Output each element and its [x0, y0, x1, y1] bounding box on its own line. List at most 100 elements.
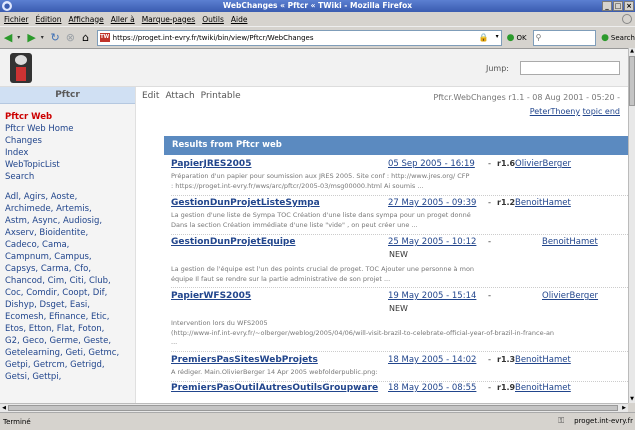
menu-edition[interactable]: Édition [36, 15, 62, 24]
webs-line[interactable]: Capsys, Carma, Cfo, [5, 263, 130, 275]
web-name[interactable]: Pftcr [0, 87, 135, 104]
webs-line[interactable]: Campnum, Campus, [5, 251, 130, 263]
result-date[interactable]: 27 May 2005 - 09:39 [388, 198, 476, 208]
scroll-up-icon[interactable]: ▲ [629, 48, 635, 55]
webs-line[interactable]: Getelearning, Geti, Getmc, [5, 347, 130, 359]
result-author[interactable]: BenoitHamet [515, 198, 571, 208]
go-label: OK [516, 33, 527, 42]
jump-label: Jump: [486, 64, 509, 73]
webs-line[interactable]: Ecomesh, Efinance, Etic, [5, 311, 130, 323]
result-separator: - [488, 159, 492, 169]
site-logo[interactable] [10, 53, 32, 83]
vertical-scrollbar[interactable]: ▲ ▼ [628, 48, 635, 403]
scroll-right-icon[interactable]: ▶ [620, 404, 628, 412]
menu-fichier[interactable]: Fichier [4, 15, 29, 24]
webs-line[interactable]: Coc, Comdir, Coopt, Dif, [5, 287, 130, 299]
result-author[interactable]: BenoitHamet [515, 383, 571, 393]
webs-line[interactable]: Getsi, Gettpi, [5, 371, 130, 383]
search-input[interactable]: ⚲ [532, 29, 597, 46]
lock-icon[interactable]: 🔒 [479, 33, 489, 43]
revision-text: Pftcr.WebChanges r1.1 - 08 Aug 2001 - 05… [433, 93, 620, 102]
result-author[interactable]: BenoitHamet [542, 237, 598, 247]
url-dropdown-icon[interactable]: ▾ [496, 33, 499, 40]
result-title[interactable]: PremiersPasOutilAutresOutilsGroupware [171, 383, 378, 393]
sidebar: Pftcr Pftcr Web Pftcr Web Home Changes I… [0, 87, 136, 403]
result-title[interactable]: GestionDunProjetEquipe [171, 237, 295, 247]
result-date[interactable]: 19 May 2005 - 15:14 [388, 291, 476, 301]
result-date[interactable]: 25 May 2005 - 10:12 [388, 237, 476, 247]
result-title[interactable]: PapierWFS2005 [171, 291, 251, 301]
scroll-left-icon[interactable]: ◀ [0, 404, 8, 412]
maximize-button[interactable]: □ [613, 1, 623, 11]
sidebar-item-changes[interactable]: Changes [5, 135, 135, 147]
close-button[interactable]: × [624, 1, 634, 11]
new-badge: NEW [389, 304, 408, 313]
scroll-down-icon[interactable]: ▼ [629, 396, 635, 403]
webs-line[interactable]: Chancod, Cim, Citi, Club, [5, 275, 130, 287]
search-label: Search [610, 33, 635, 42]
sidebar-item-webtopiclist[interactable]: WebTopicList [5, 159, 135, 171]
result-date[interactable]: 18 May 2005 - 14:02 [388, 355, 476, 365]
webs-line[interactable]: Etos, Etton, Flat, Foton, [5, 323, 130, 335]
webs-line[interactable]: Dishyp, Dsget, Easi, [5, 299, 130, 311]
sidebar-item-web-home[interactable]: Pftcr Web Home [5, 123, 135, 135]
result-author[interactable]: BenoitHamet [515, 355, 571, 365]
revision-info: Pftcr.WebChanges r1.1 - 08 Aug 2001 - 05… [392, 91, 620, 119]
window-title: WebChanges « Pftcr « TWiki - Mozilla Fir… [222, 1, 413, 10]
result-title[interactable]: GestionDunProjetListeSympa [171, 198, 320, 208]
menu-aller[interactable]: Aller à [111, 15, 135, 24]
title-bar: ● WebChanges « Pftcr « TWiki - Mozilla F… [0, 0, 635, 12]
horizontal-scrollbar[interactable]: ◀ ▶ [0, 403, 628, 412]
menu-aide[interactable]: Aide [231, 15, 248, 24]
stop-icon[interactable]: ⊗ [64, 31, 76, 45]
url-bar[interactable]: TW https://proget.int-evry.fr/twiki/bin/… [96, 29, 502, 46]
sidebar-item-search[interactable]: Search [5, 171, 135, 183]
author-link[interactable]: PeterThoeny [530, 107, 580, 116]
go-button[interactable]: ● OK [507, 33, 527, 43]
menu-outils[interactable]: Outils [202, 15, 224, 24]
printable-link[interactable]: Printable [201, 91, 241, 101]
menu-affichage[interactable]: Affichage [68, 15, 103, 24]
minimize-button[interactable]: _ [602, 1, 612, 11]
webs-line[interactable]: Astm, Async, Audiosig, [5, 215, 130, 227]
topic-end-link[interactable]: topic end [583, 107, 620, 116]
webs-line[interactable]: Getpi, Getrcm, Getrigd, [5, 359, 130, 371]
webs-line[interactable]: Archimede, Artemis, [5, 203, 130, 215]
topic-actions: Edit Attach Printable [142, 91, 241, 101]
result-title[interactable]: PremiersPasSitesWebProjets [171, 355, 318, 365]
result-date[interactable]: 18 May 2005 - 08:55 [388, 383, 476, 393]
back-dropdown-icon[interactable]: ▾ [17, 34, 22, 41]
result-author[interactable]: OlivierBerger [515, 159, 571, 169]
search-go-icon: ● [601, 32, 609, 43]
reload-icon[interactable]: ↻ [49, 31, 61, 45]
page-content: Jump: Pftcr Pftcr Web Pftcr Web Home Cha… [0, 48, 628, 403]
page-header: Jump: [0, 49, 628, 87]
jump-input[interactable] [520, 61, 620, 75]
edit-link[interactable]: Edit [142, 91, 159, 101]
menu-marque-pages[interactable]: Marque-pages [142, 15, 196, 24]
forward-dropdown-icon[interactable]: ▾ [41, 34, 46, 41]
forward-icon[interactable]: ▶ [25, 31, 37, 45]
search-button[interactable]: ● Search [601, 33, 635, 43]
result-revision: r1.9 [497, 383, 516, 392]
security-icon[interactable]: ⚿ [558, 416, 570, 425]
result-summary: La gestion de l'équipe est l'un des poin… [171, 265, 475, 283]
webs-line[interactable]: Axserv, Bioidentite, [5, 227, 130, 239]
status-right: ⚿ proget.int-evry.fr [558, 416, 633, 425]
sidebar-item-pftcr-web[interactable]: Pftcr Web [5, 111, 135, 123]
result-title[interactable]: PapierJRES2005 [171, 159, 251, 169]
horizontal-scroll-thumb[interactable] [8, 405, 618, 411]
result-date[interactable]: 05 Sep 2005 - 16:19 [388, 159, 475, 169]
webs-line[interactable]: Adl, Agirs, Aoste, [5, 191, 130, 203]
status-host: proget.int-evry.fr [574, 416, 633, 425]
home-icon[interactable]: ⌂ [79, 31, 91, 45]
webs-line[interactable]: Cadeco, Cama, [5, 239, 130, 251]
vertical-scroll-thumb[interactable] [629, 56, 635, 106]
attach-link[interactable]: Attach [165, 91, 194, 101]
result-author[interactable]: OlivierBerger [542, 291, 598, 301]
sidebar-item-index[interactable]: Index [5, 147, 135, 159]
result-separator: - [488, 383, 492, 393]
webs-line[interactable]: G2, Geco, Germe, Geste, [5, 335, 130, 347]
result-separator: - [488, 237, 492, 247]
back-icon[interactable]: ◀ [2, 31, 14, 45]
